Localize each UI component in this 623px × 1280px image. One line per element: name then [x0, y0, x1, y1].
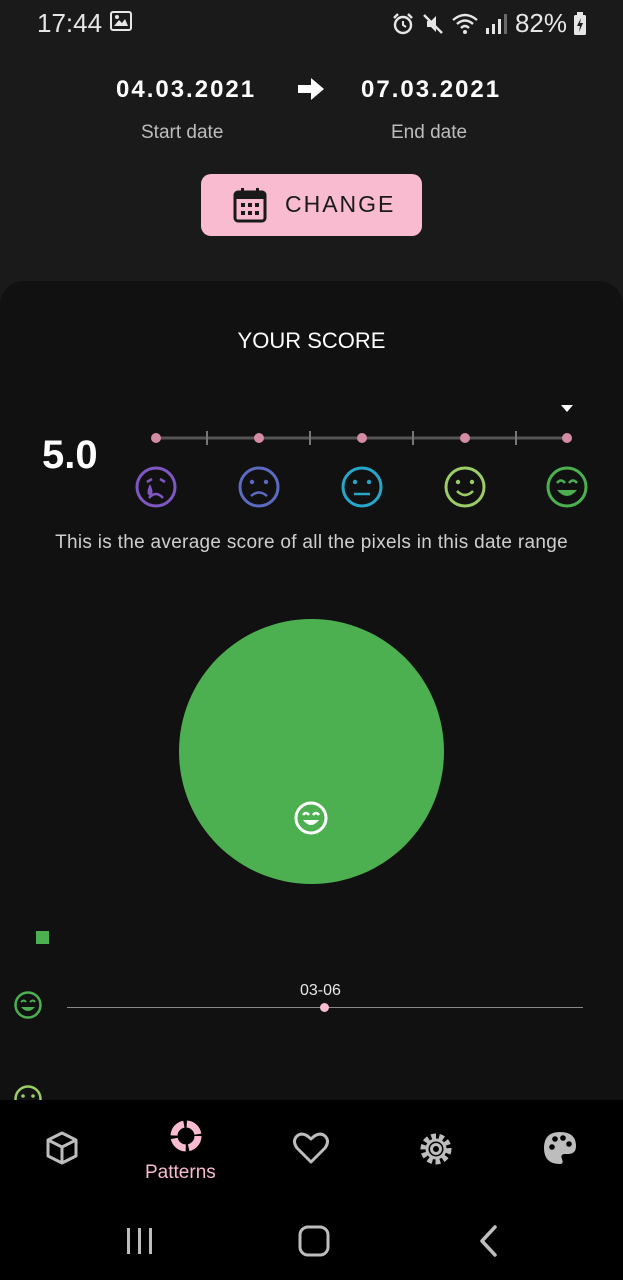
cube-icon: [46, 1131, 78, 1165]
heart-icon: [293, 1132, 329, 1164]
mood-pie-chart: [179, 619, 444, 884]
patterns-icon: [170, 1120, 202, 1152]
status-time: 17:44: [37, 8, 103, 38]
change-button-label: CHANGE: [285, 191, 396, 217]
mood-very-bad-icon: [135, 466, 177, 508]
start-date: 04.03.2021: [116, 76, 257, 103]
alarm-icon: [393, 12, 413, 34]
score-card: YOUR SCORE 5.0 This is the average score…: [0, 281, 623, 1101]
bottom-navigation: Patterns: [0, 1100, 623, 1200]
timeline-very-good-icon: [14, 991, 42, 1019]
mood-good-icon: [444, 466, 486, 508]
slider-dot: [357, 433, 367, 443]
legend-square: [36, 931, 49, 944]
timeline-point[interactable]: [320, 1003, 329, 1012]
calendar-icon: [233, 188, 267, 223]
score-slider: [135, 405, 588, 508]
date-range: 04.03.2021 07.03.2021 Start date End dat…: [0, 72, 623, 152]
wifi-icon: [452, 13, 478, 34]
score-description: This is the average score of all the pix…: [55, 532, 568, 553]
mood-very-good-icon: [546, 466, 588, 508]
arrow-right-icon: [298, 78, 324, 100]
system-navigation: [0, 1200, 623, 1280]
status-icons: 82%: [391, 8, 587, 39]
timeline-good-icon: [14, 1085, 42, 1101]
start-date-label: Start date: [141, 122, 224, 143]
end-date: 07.03.2021: [361, 76, 502, 103]
slider-dot: [460, 433, 470, 443]
nav-item-pixels[interactable]: [30, 1100, 96, 1200]
settings-icon: [420, 1133, 452, 1165]
image-icon: [110, 11, 132, 31]
nav-label-patterns: Patterns: [145, 1162, 216, 1183]
nav-item-settings[interactable]: [404, 1100, 468, 1200]
nav-item-favorites[interactable]: [280, 1100, 342, 1200]
very-good-face-icon: [294, 801, 328, 835]
nav-item-patterns[interactable]: Patterns: [140, 1100, 236, 1200]
recent-apps-icon[interactable]: [124, 1226, 156, 1256]
score-value: 5.0: [42, 433, 98, 477]
end-date-label: End date: [391, 122, 468, 143]
change-date-button[interactable]: CHANGE: [201, 174, 422, 236]
signal-icon: [485, 13, 507, 34]
slider-dot: [254, 433, 264, 443]
home-icon[interactable]: [297, 1224, 331, 1258]
slider-dot: [151, 433, 161, 443]
battery-charging-icon: [574, 11, 586, 35]
timeline-point-label: 03-06: [300, 982, 341, 999]
battery-percentage: 82%: [514, 8, 567, 38]
back-icon[interactable]: [476, 1224, 502, 1258]
slider-dot: [562, 433, 572, 443]
score-marker-icon: [561, 405, 573, 412]
mute-icon: [423, 13, 443, 34]
nav-item-themes[interactable]: [528, 1100, 592, 1200]
mood-neutral-icon: [341, 466, 383, 508]
palette-icon: [544, 1132, 576, 1164]
status-bar: 17:44 82%: [0, 0, 623, 44]
mood-bad-icon: [238, 466, 280, 508]
score-title: YOUR SCORE: [237, 328, 386, 353]
